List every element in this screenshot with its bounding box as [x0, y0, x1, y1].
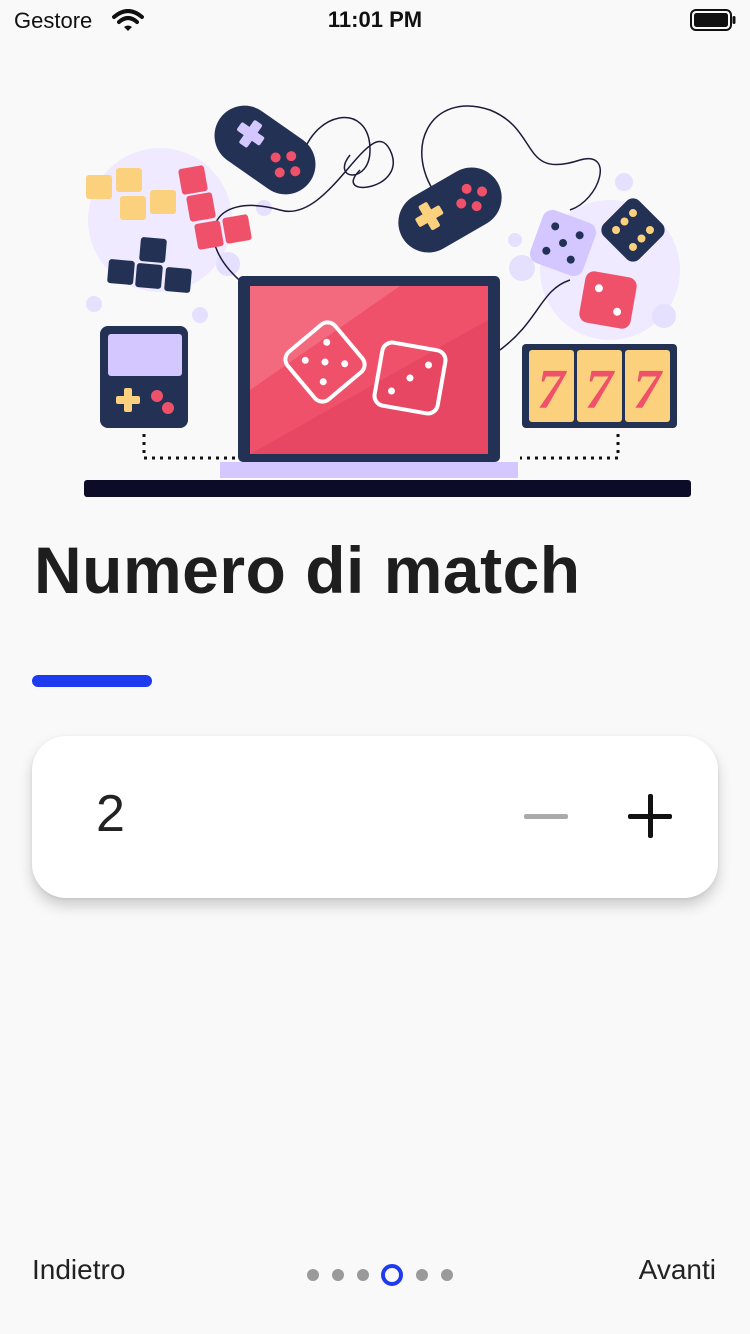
- page-dot: [331, 1269, 344, 1281]
- title-underline: [32, 675, 152, 687]
- back-button[interactable]: Indietro: [32, 1254, 125, 1286]
- battery-icon: [690, 9, 736, 31]
- increment-button[interactable]: [612, 774, 688, 860]
- page-dot: [356, 1269, 369, 1281]
- page-dot: [415, 1269, 428, 1281]
- page-dot-active: [381, 1264, 403, 1286]
- gaming-illustration: 777: [84, 105, 691, 497]
- page-title: Numero di match: [34, 533, 581, 607]
- status-time: 11:01 PM: [327, 7, 423, 32]
- page-dot: [306, 1269, 319, 1281]
- svg-text:7: 7: [537, 359, 567, 421]
- match-count-stepper: 2: [32, 736, 718, 898]
- svg-text:7: 7: [585, 359, 615, 421]
- plus-icon-vertical: [648, 794, 653, 838]
- svg-text:7: 7: [633, 359, 663, 421]
- next-button[interactable]: Avanti: [639, 1254, 716, 1286]
- stepper-value: 2: [96, 785, 125, 843]
- decrement-button[interactable]: [510, 774, 582, 860]
- page-dot: [440, 1269, 453, 1281]
- minus-icon: [524, 814, 568, 819]
- page-indicator: [300, 1264, 459, 1286]
- status-bar: Gestore 11:01 PM: [0, 0, 750, 40]
